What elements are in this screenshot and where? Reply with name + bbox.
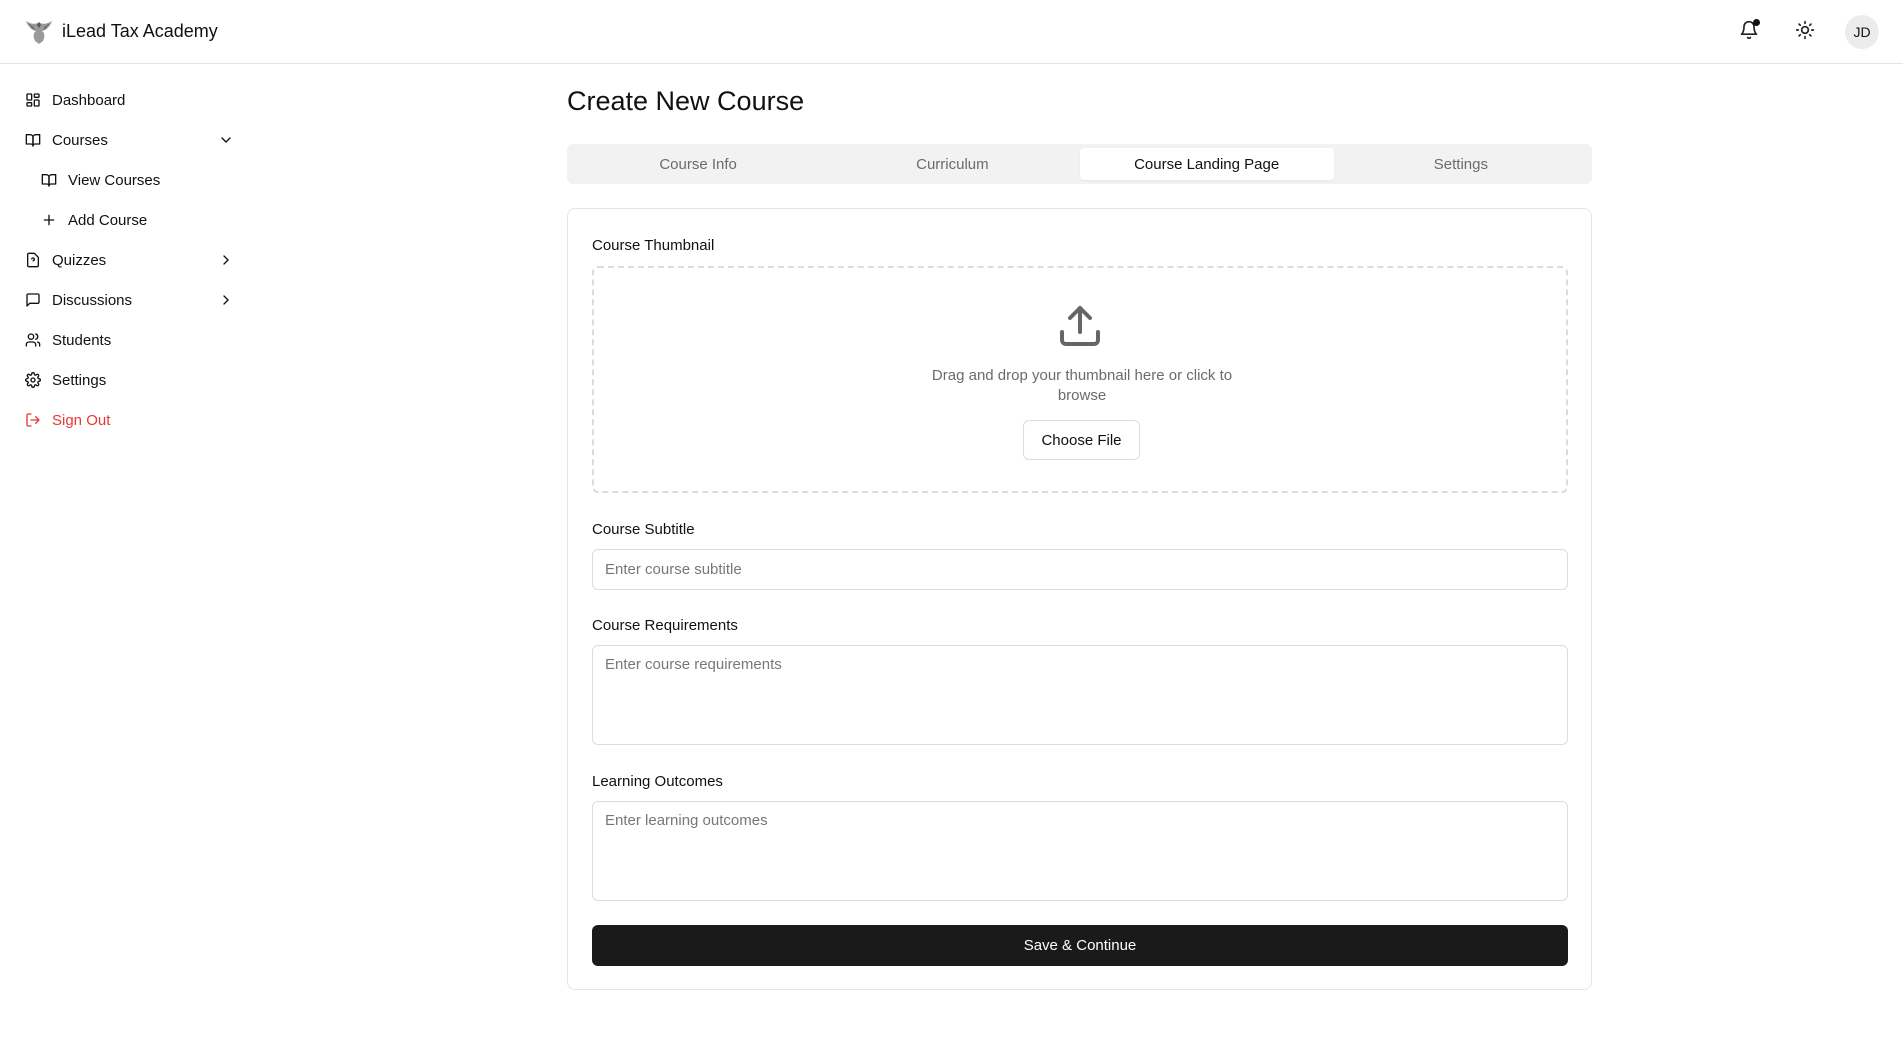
course-landing-form: Course Thumbnail Drag and drop your thum… [567,208,1592,990]
sidebar-item-quizzes[interactable]: Quizzes [24,240,234,280]
sidebar-item-add-course[interactable]: Add Course [24,200,234,240]
course-tabs: Course Info Curriculum Course Landing Pa… [567,144,1592,184]
chevron-right-icon [218,292,234,308]
tab-course-info[interactable]: Course Info [571,148,825,180]
chevron-right-icon [218,252,234,268]
sidebar-item-label: Courses [52,131,108,149]
save-continue-button[interactable]: Save & Continue [592,925,1568,966]
book-open-icon [24,131,42,149]
sidebar-item-label: Sign Out [52,411,111,429]
log-out-icon [24,411,42,429]
upload-icon [1056,302,1104,350]
file-question-icon [24,251,42,269]
sidebar-item-label: Settings [52,371,107,389]
subtitle-label: Course Subtitle [592,521,695,538]
sidebar-item-label: Discussions [52,291,133,309]
sun-icon [1795,20,1815,45]
outcomes-textarea[interactable] [592,801,1568,901]
theme-toggle-button[interactable] [1789,16,1821,48]
tab-course-landing-page[interactable]: Course Landing Page [1079,148,1334,180]
sidebar-item-settings[interactable]: Settings [24,360,234,400]
notifications-button[interactable] [1733,16,1765,48]
brand[interactable]: iLead Tax Academy [24,16,218,46]
gear-icon [24,371,42,389]
message-square-icon [24,291,42,309]
sidebar-item-view-courses[interactable]: View Courses [24,160,234,200]
dropzone-instructions: Drag and drop your thumbnail here or cli… [931,367,1233,404]
notification-dot [1753,19,1760,26]
sidebar: Dashboard Courses View Courses Add Cours… [24,80,234,440]
dashboard-icon [24,91,42,109]
header-actions: JD [1733,15,1879,49]
eagle-logo-icon [24,16,54,46]
tab-settings[interactable]: Settings [1334,148,1588,180]
requirements-label: Course Requirements [592,617,738,634]
users-icon [24,331,42,349]
avatar[interactable]: JD [1845,15,1879,49]
choose-file-button[interactable]: Choose File [1023,420,1140,460]
sidebar-item-discussions[interactable]: Discussions [24,280,234,320]
sidebar-item-courses[interactable]: Courses [24,120,234,160]
plus-icon [40,211,58,229]
brand-name: iLead Tax Academy [62,20,218,41]
chevron-down-icon [218,132,234,148]
thumbnail-dropzone[interactable]: Drag and drop your thumbnail here or cli… [592,266,1568,493]
sidebar-item-label: View Courses [68,171,161,189]
sidebar-item-label: Add Course [68,211,148,229]
outcomes-label: Learning Outcomes [592,773,723,790]
sidebar-item-label: Quizzes [52,251,107,269]
sidebar-item-label: Dashboard [52,91,126,109]
page-title: Create New Course [567,86,805,116]
requirements-textarea[interactable] [592,645,1568,745]
tab-curriculum[interactable]: Curriculum [825,148,1079,180]
top-bar: iLead Tax Academy JD [0,0,1903,64]
sidebar-item-dashboard[interactable]: Dashboard [24,80,234,120]
thumbnail-label: Course Thumbnail [592,237,715,254]
sidebar-item-sign-out[interactable]: Sign Out [24,400,234,440]
sidebar-item-students[interactable]: Students [24,320,234,360]
sidebar-item-label: Students [52,331,112,349]
book-open-icon [40,171,58,189]
subtitle-input[interactable] [592,549,1568,590]
